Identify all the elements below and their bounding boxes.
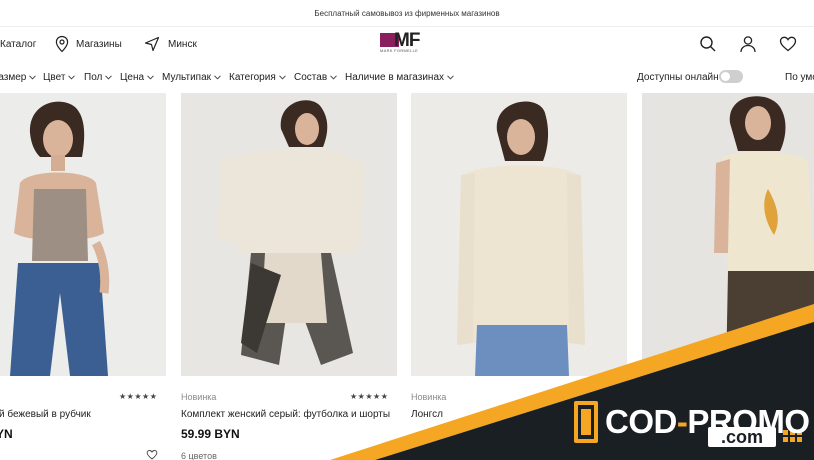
- chevron-down-icon: [105, 74, 113, 80]
- filter-price[interactable]: Цена: [120, 61, 154, 93]
- user-icon[interactable]: [739, 35, 757, 53]
- product-price: 59.99 BYN: [181, 427, 240, 441]
- product-price: YN: [0, 427, 13, 441]
- favorite-heart-icon[interactable]: [146, 449, 158, 460]
- chevron-down-icon: [147, 74, 154, 80]
- chevron-down-icon: [29, 74, 37, 80]
- product-name[interactable]: Комплект женский серый: футболка и шорты: [181, 409, 390, 420]
- promo-text-main: COD: [605, 403, 677, 440]
- favorites-heart-icon[interactable]: [779, 35, 797, 53]
- announcement-text: Бесплатный самовывоз из фирменных магази…: [314, 9, 500, 18]
- filter-color-label: Цвет: [43, 71, 66, 83]
- product-image[interactable]: [181, 93, 397, 376]
- catalog-label: Каталог: [0, 38, 37, 50]
- city-label: Минск: [168, 38, 197, 50]
- product-color-count: 6 цветов: [181, 451, 217, 460]
- search-icon[interactable]: [699, 35, 717, 53]
- stores-label: Магазины: [76, 38, 122, 50]
- filter-composition[interactable]: Состав: [294, 61, 337, 93]
- product-badge: Новинка: [411, 392, 447, 402]
- filter-composition-label: Состав: [294, 71, 328, 83]
- product-rating: ★★★★★: [350, 392, 389, 401]
- map-pin-icon: [55, 35, 69, 53]
- filter-size-label: Размер: [0, 71, 27, 83]
- promo-subtext: .com: [708, 427, 776, 447]
- filter-size[interactable]: Размер: [0, 61, 37, 93]
- chevron-down-icon: [68, 74, 76, 80]
- product-card[interactable]: Новинка Лонгсл: [411, 93, 627, 460]
- filter-category[interactable]: Категория: [229, 61, 286, 93]
- product-badge: Новинка: [181, 392, 217, 402]
- filter-in-stores-label: Наличие в магазинах: [345, 71, 444, 83]
- filter-bar: Размер Цвет Пол Цена Мультипак Категория…: [0, 61, 814, 93]
- logo-subtext: MARK FORMELLE: [380, 48, 419, 53]
- filter-gender[interactable]: Пол: [84, 61, 113, 93]
- filter-in-stores[interactable]: Наличие в магазинах: [345, 61, 454, 93]
- filter-multipack-label: Мультипак: [162, 71, 212, 83]
- city-selector[interactable]: Минск: [144, 27, 197, 61]
- stores-link[interactable]: Магазины: [54, 27, 122, 61]
- filter-price-label: Цена: [120, 71, 145, 83]
- product-card[interactable]: Новинка ★★★★★ Комплект женский серый: фу…: [181, 93, 397, 460]
- chevron-down-icon: [330, 74, 337, 80]
- site-header: Каталог Магазины Минск MF MARK FORMELLE: [0, 27, 814, 61]
- product-image[interactable]: [411, 93, 627, 376]
- brand-logo[interactable]: MF MARK FORMELLE: [380, 30, 434, 55]
- online-toggle[interactable]: [719, 70, 743, 83]
- filter-gender-label: Пол: [84, 71, 103, 83]
- online-label: Доступны онлайн: [637, 71, 719, 83]
- promo-text-dash: -: [676, 403, 688, 440]
- catalog-link[interactable]: Каталог: [0, 27, 36, 61]
- announcement-bar: Бесплатный самовывоз из фирменных магази…: [0, 0, 814, 27]
- product-name[interactable]: й бежевый в рубчик: [0, 409, 91, 420]
- chevron-down-icon: [278, 74, 286, 80]
- product-image[interactable]: [642, 93, 814, 376]
- sort-label: По умо: [785, 71, 814, 83]
- chevron-down-icon: [447, 74, 454, 80]
- location-arrow-icon: [144, 36, 160, 52]
- product-image[interactable]: [0, 93, 166, 376]
- chevron-down-icon: [214, 74, 221, 80]
- filter-multipack[interactable]: Мультипак: [162, 61, 221, 93]
- product-rating: ★★★★★: [119, 392, 158, 401]
- product-card[interactable]: ★★★★★ й бежевый в рубчик YN: [0, 93, 166, 460]
- filter-color[interactable]: Цвет: [43, 61, 76, 93]
- sort-selector[interactable]: По умо: [785, 61, 814, 93]
- online-available-label: Доступны онлайн: [637, 61, 719, 93]
- filter-category-label: Категория: [229, 71, 276, 83]
- product-name[interactable]: Лонгсл: [411, 409, 443, 420]
